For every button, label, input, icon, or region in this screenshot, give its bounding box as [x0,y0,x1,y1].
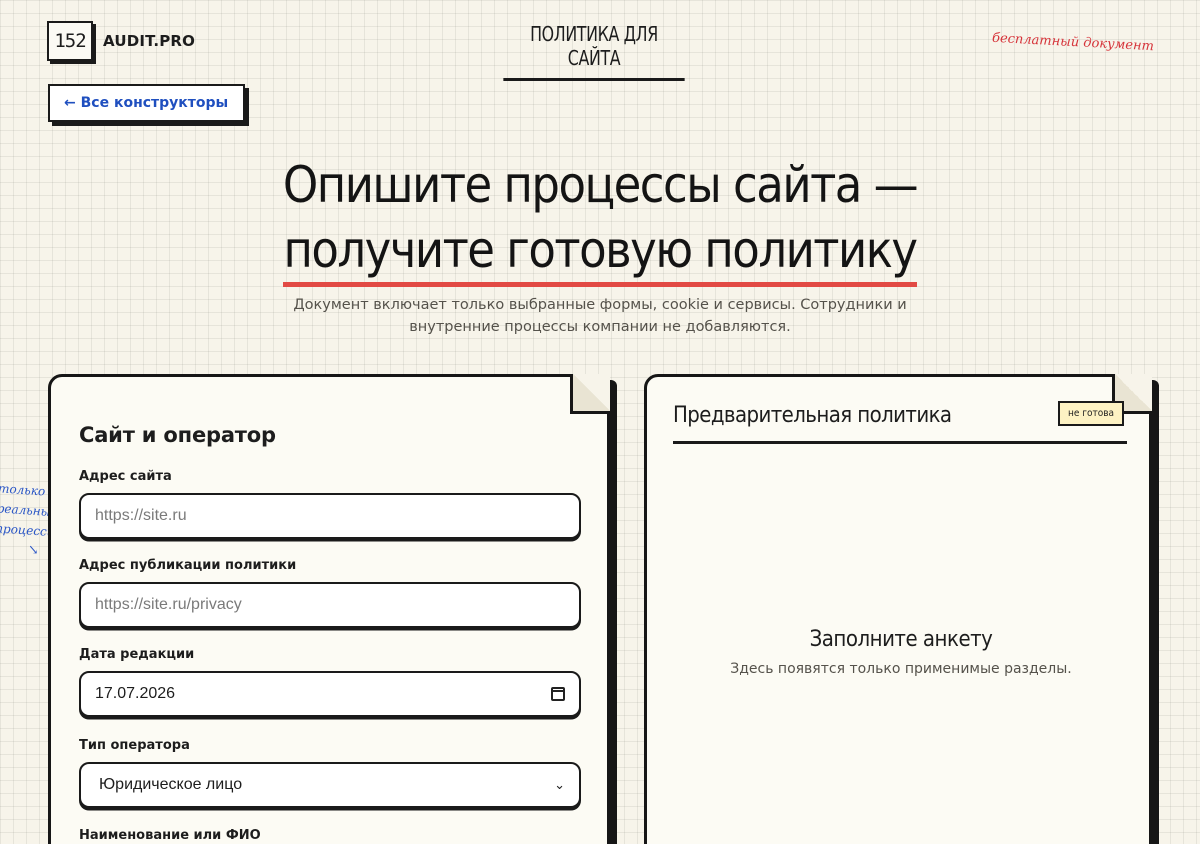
logo-text: AUDIT.PRO [103,32,196,50]
logo-mark: 152 [47,21,93,61]
preview-title: Предварительная политика [673,403,952,428]
free-document-note: бесплатный документ [991,30,1155,55]
site-address-field[interactable] [79,493,581,539]
operator-name-label: Наименование или ФИО [79,828,261,843]
policy-url-input[interactable] [95,596,565,614]
preview-divider [673,441,1127,444]
arrow-icon: ↘ [27,542,40,559]
hero-subtitle: Документ включает только выбранные формы… [293,297,907,335]
edition-date-value: 17.07.2026 [95,685,176,702]
margin-note-line: только [0,481,46,499]
hero-title-line-1: Опишите процессы сайта — [282,156,919,214]
operator-type-label: Тип оператора [79,738,190,753]
operator-type-select[interactable]: Юридическое лицо ⌄ [79,762,581,808]
site-operator-form-card: Сайт и оператор Адрес сайта Адрес публик… [48,374,610,844]
site-address-label: Адрес сайта [79,469,172,484]
policy-url-field[interactable] [79,582,581,628]
policy-url-label: Адрес публикации политики [79,558,297,573]
form-section-title: Сайт и оператор [79,423,276,447]
chevron-down-icon: ⌄ [554,777,565,792]
status-badge: не готова [1058,401,1125,426]
page-section-title: ПОЛИТИКА ДЛЯ САЙТА [503,22,685,81]
back-to-constructors-button[interactable]: ← Все конструкторы [48,84,245,122]
site-address-input[interactable] [95,507,565,525]
edition-date-label: Дата редакции [79,647,195,662]
hero-title-underlined: получите готовую политику [283,220,918,287]
operator-type-value: Юридическое лицо [99,776,243,793]
edition-date-field[interactable]: 17.07.2026 [79,671,581,717]
logo[interactable]: 152 AUDIT.PRO [47,21,195,61]
calendar-icon[interactable] [551,687,565,701]
hero-title-line-2: получите готовую политику [0,220,1200,287]
empty-state-title: Заполните анкету [809,627,993,652]
empty-state-subtitle: Здесь появятся только применимые разделы… [730,661,1072,677]
margin-annotation: только реальные процессы ↘ [0,478,58,561]
policy-preview-card: Предварительная политика не готова Запол… [644,374,1152,844]
page-fold-decoration [570,374,610,414]
